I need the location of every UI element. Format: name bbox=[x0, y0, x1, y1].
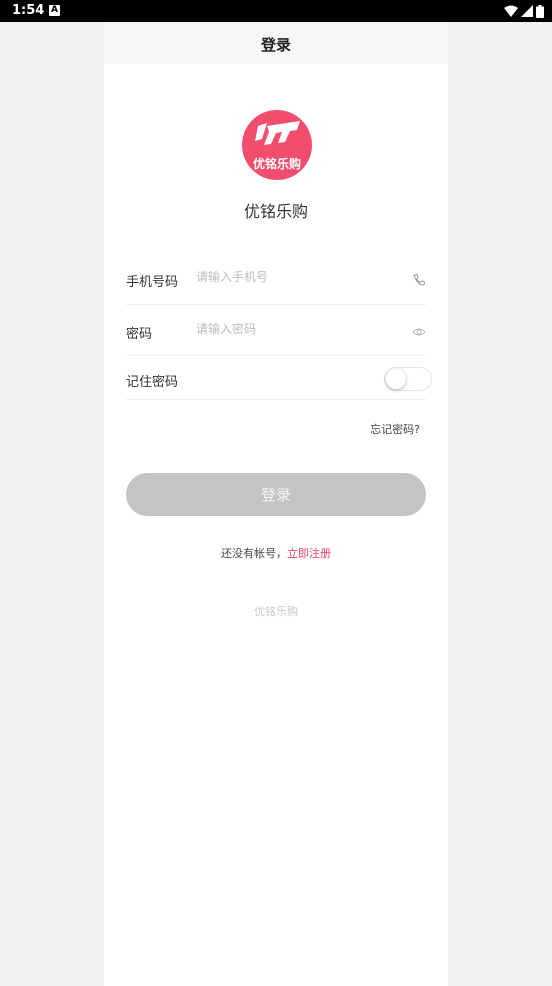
password-label: 密码 bbox=[126, 327, 153, 342]
signal-icon bbox=[521, 5, 533, 17]
login-button[interactable]: 登录 bbox=[126, 473, 426, 516]
header: 登录 bbox=[104, 22, 448, 64]
wifi-icon bbox=[504, 5, 518, 17]
phone-icon bbox=[413, 273, 426, 286]
phone-row: 手机号码 bbox=[126, 255, 426, 305]
register-prompt-text: 还没有帐号， bbox=[221, 547, 287, 560]
login-panel: 登录 优铭乐购 优铭乐购 手机号码 密码 记住密码 忘记密 bbox=[104, 22, 448, 986]
password-row: 密码 bbox=[126, 306, 426, 356]
divider bbox=[126, 304, 426, 305]
register-prompt: 还没有帐号，立即注册 bbox=[104, 545, 448, 561]
forgot-password-link[interactable]: 忘记密码? bbox=[370, 421, 420, 437]
register-link[interactable]: 立即注册 bbox=[287, 547, 331, 560]
divider bbox=[126, 355, 426, 356]
status-icons bbox=[504, 4, 544, 18]
password-input[interactable] bbox=[196, 322, 396, 336]
toggle-knob bbox=[386, 369, 406, 389]
status-bar: 1:54 A bbox=[0, 0, 552, 22]
svg-text:优铭乐购: 优铭乐购 bbox=[253, 156, 301, 171]
page-title: 登录 bbox=[260, 36, 291, 54]
phone-input[interactable] bbox=[196, 270, 396, 284]
divider bbox=[126, 399, 426, 400]
eye-icon[interactable] bbox=[412, 325, 426, 339]
logo-lettering: 优铭乐购 bbox=[253, 156, 301, 171]
phone-label: 手机号码 bbox=[126, 275, 179, 290]
remember-toggle[interactable] bbox=[384, 367, 432, 391]
app-logo: 优铭乐购 bbox=[242, 110, 312, 180]
battery-icon bbox=[536, 4, 544, 18]
status-time: 1:54 bbox=[12, 3, 45, 18]
app-name: 优铭乐购 bbox=[243, 202, 308, 221]
remember-row: 记住密码 bbox=[126, 362, 432, 400]
remember-label: 记住密码 bbox=[126, 375, 179, 390]
footer-brand: 优铭乐购 bbox=[254, 605, 298, 618]
notification-badge: A bbox=[49, 5, 60, 16]
